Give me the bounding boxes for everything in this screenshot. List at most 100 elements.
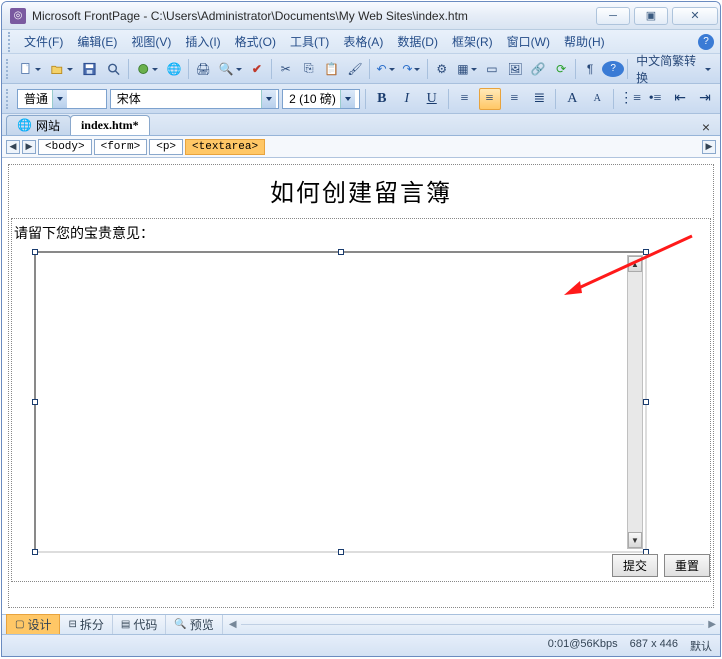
resize-handle[interactable] — [338, 249, 344, 255]
cut-button[interactable]: ✂ — [275, 58, 297, 80]
insert-picture-button[interactable]: 🖼 — [504, 58, 526, 80]
grip-icon — [6, 59, 10, 79]
titlebar: ◎ Microsoft FrontPage - C:\Users\Adminis… — [2, 2, 720, 30]
code-icon: ▤ — [121, 619, 130, 630]
publish-button[interactable] — [132, 58, 162, 80]
align-left-button[interactable]: ≡ — [454, 88, 476, 110]
menu-table[interactable]: 表格(A) — [337, 31, 389, 52]
scroll-left-icon[interactable]: ◀ — [229, 619, 237, 630]
globe-icon: 🌐 — [17, 118, 32, 133]
italic-button[interactable]: I — [396, 88, 418, 110]
document-tabs: 🌐 网站 index.htm* × — [2, 114, 720, 136]
menu-format[interactable]: 格式(O) — [229, 31, 282, 52]
app-window: ◎ Microsoft FrontPage - C:\Users\Adminis… — [1, 1, 721, 657]
outdent-button[interactable]: ⇤ — [669, 88, 691, 110]
show-all-button[interactable]: ¶ — [579, 58, 601, 80]
save-button[interactable] — [78, 58, 101, 80]
search-button[interactable] — [102, 58, 125, 80]
grip-icon — [8, 32, 12, 52]
menu-tools[interactable]: 工具(T) — [284, 31, 335, 52]
tagpath-next-button[interactable]: ▶ — [22, 140, 36, 154]
format-painter-button[interactable]: 🖌 — [344, 58, 366, 80]
tagpath-prev-button[interactable]: ◀ — [6, 140, 20, 154]
menu-insert[interactable]: 插入(I) — [179, 31, 226, 52]
close-button[interactable]: ✕ — [672, 7, 718, 25]
resize-handle[interactable] — [643, 399, 649, 405]
copy-button[interactable]: ⎘ — [298, 58, 320, 80]
help-icon[interactable]: ? — [698, 34, 714, 50]
tag-p[interactable]: <p> — [149, 139, 183, 155]
scroll-up-button[interactable]: ▲ — [628, 256, 642, 272]
resize-handle[interactable] — [338, 549, 344, 555]
open-button[interactable] — [46, 58, 76, 80]
statusbar: 0:01@56Kbps 687 x 446 默认 — [2, 634, 720, 656]
minimize-button[interactable]: ─ — [596, 7, 630, 25]
tab-website[interactable]: 🌐 网站 — [6, 115, 71, 135]
bullet-list-button[interactable]: •≡ — [644, 88, 666, 110]
textarea-scrollbar[interactable]: ▲ ▼ — [627, 255, 643, 549]
view-mode-tabs: ▢设计 ⊟拆分 ▤代码 🔍预览 ◀ ▶ — [2, 614, 720, 634]
bold-button[interactable]: B — [371, 88, 393, 110]
align-justify-button[interactable]: ≣ — [528, 88, 550, 110]
reset-button[interactable]: 重置 — [664, 554, 710, 577]
resize-handle[interactable] — [32, 549, 38, 555]
menu-view[interactable]: 视图(V) — [125, 31, 177, 52]
menu-frame[interactable]: 框架(R) — [446, 31, 499, 52]
insert-layer-button[interactable]: ▭ — [481, 58, 503, 80]
tag-textarea[interactable]: <textarea> — [185, 139, 265, 155]
refresh-button[interactable]: ⟳ — [550, 58, 572, 80]
view-design[interactable]: ▢设计 — [6, 614, 60, 635]
menubar: 文件(F) 编辑(E) 视图(V) 插入(I) 格式(O) 工具(T) 表格(A… — [2, 30, 720, 54]
print-button[interactable]: 🖨 — [192, 58, 214, 80]
view-preview[interactable]: 🔍预览 — [166, 615, 222, 634]
window-title: Microsoft FrontPage - C:\Users\Administr… — [32, 9, 596, 23]
maximize-button[interactable]: ▣ — [634, 7, 668, 25]
menu-data[interactable]: 数据(D) — [391, 31, 444, 52]
numbered-list-button[interactable]: ⋮≡ — [619, 88, 641, 110]
web-component-button[interactable]: ⚙ — [431, 58, 453, 80]
scroll-down-button[interactable]: ▼ — [628, 532, 642, 548]
menu-window[interactable]: 窗口(W) — [501, 31, 556, 52]
resize-handle[interactable] — [643, 249, 649, 255]
preview-browser-button[interactable]: 🌐 — [163, 58, 185, 80]
insert-table-button[interactable]: ▦ — [454, 58, 480, 80]
redo-button[interactable]: ↷ — [399, 58, 424, 80]
design-editor[interactable]: 如何创建留言簿 请留下您的宝贵意见： ▲ ▼ — [2, 158, 720, 614]
guestbook-textarea[interactable]: ▲ ▼ — [34, 251, 647, 553]
prompt-text[interactable]: 请留下您的宝贵意见： — [12, 219, 710, 249]
align-right-button[interactable]: ≡ — [504, 88, 526, 110]
resize-handle[interactable] — [32, 399, 38, 405]
decrease-font-button[interactable]: A — [586, 88, 608, 110]
increase-font-button[interactable]: A — [561, 88, 583, 110]
tagpath-end-button[interactable]: ▶ — [702, 140, 716, 154]
close-tab-button[interactable]: × — [696, 119, 716, 135]
tag-body[interactable]: <body> — [38, 139, 92, 155]
underline-button[interactable]: U — [421, 88, 443, 110]
undo-button[interactable]: ↶ — [373, 58, 398, 80]
hyperlink-button[interactable]: 🔗 — [527, 58, 549, 80]
scroll-right-icon[interactable]: ▶ — [708, 619, 716, 630]
view-code[interactable]: ▤代码 — [113, 615, 166, 634]
paste-button[interactable]: 📋 — [321, 58, 343, 80]
spellcheck-button[interactable]: ✔ — [246, 58, 268, 80]
new-button[interactable] — [15, 58, 45, 80]
tag-form[interactable]: <form> — [94, 139, 148, 155]
menu-file[interactable]: 文件(F) — [18, 31, 69, 52]
help-button[interactable]: ? — [602, 61, 624, 77]
view-split[interactable]: ⊟拆分 — [60, 615, 112, 634]
submit-button[interactable]: 提交 — [612, 554, 658, 577]
preview-icon: 🔍 — [174, 619, 186, 630]
resize-handle[interactable] — [32, 249, 38, 255]
font-combo[interactable]: 宋体 — [110, 89, 279, 109]
indent-button[interactable]: ⇥ — [694, 88, 716, 110]
page-heading[interactable]: 如何创建留言簿 — [9, 165, 713, 214]
align-center-button[interactable]: ≡ — [479, 88, 501, 110]
status-dimensions: 687 x 446 — [630, 638, 678, 654]
style-combo[interactable]: 普通 — [17, 89, 107, 109]
tab-indexhtm[interactable]: index.htm* — [70, 115, 150, 135]
fontsize-combo[interactable]: 2 (10 磅) — [282, 89, 360, 109]
menu-help[interactable]: 帮助(H) — [558, 31, 611, 52]
menu-edit[interactable]: 编辑(E) — [71, 31, 123, 52]
preview-button[interactable]: 🔍 — [215, 58, 245, 80]
cn-convert-button[interactable]: 中文简繁转换 — [631, 58, 716, 80]
